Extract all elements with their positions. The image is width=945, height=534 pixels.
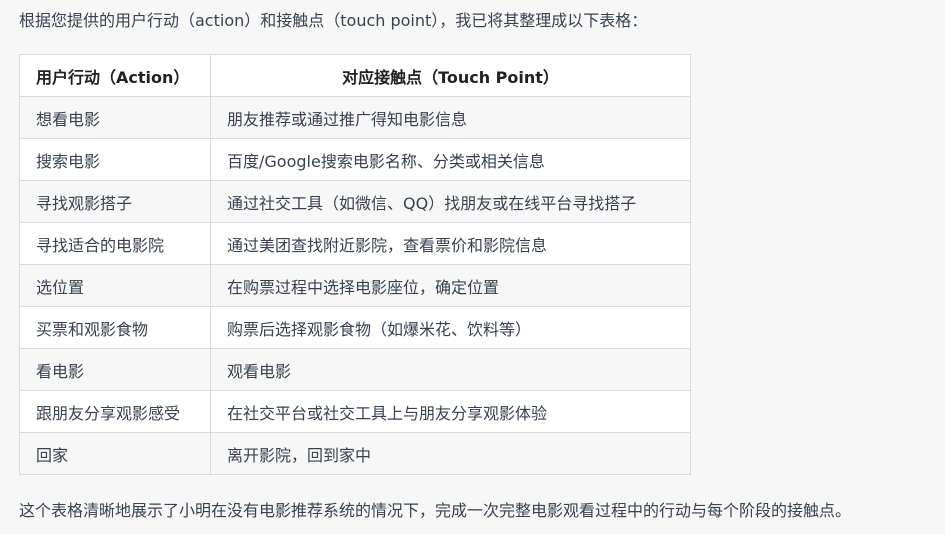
touch-point-cell: 购票后选择观影食物（如爆米花、饮料等）	[210, 306, 691, 349]
table-row: 寻找适合的电影院 通过美团查找附近影院，查看票价和影院信息	[19, 222, 691, 265]
action-touchpoint-table: 用户行动（Action） 对应接触点（Touch Point） 想看电影 朋友推…	[19, 54, 691, 475]
table-header-row: 用户行动（Action） 对应接触点（Touch Point）	[19, 54, 691, 97]
action-cell: 想看电影	[19, 96, 211, 139]
action-cell: 跟朋友分享观影感受	[19, 390, 211, 433]
table-row: 寻找观影搭子 通过社交工具（如微信、QQ）找朋友或在线平台寻找搭子	[19, 180, 691, 223]
action-cell: 选位置	[19, 264, 211, 307]
summary-paragraph: 这个表格清晰地展示了小明在没有电影推荐系统的情况下，完成一次完整电影观看过程中的…	[19, 501, 852, 520]
touch-point-cell: 在社交平台或社交工具上与朋友分享观影体验	[210, 390, 691, 433]
touch-point-cell: 离开影院，回到家中	[210, 432, 691, 475]
action-cell: 寻找适合的电影院	[19, 222, 211, 265]
action-cell: 寻找观影搭子	[19, 180, 211, 223]
table-row: 买票和观影食物 购票后选择观影食物（如爆米花、饮料等）	[19, 306, 691, 349]
action-cell: 搜索电影	[19, 138, 211, 181]
intro-paragraph: 根据您提供的用户行动（action）和接触点（touch point），我已将其…	[19, 11, 648, 30]
table-row: 跟朋友分享观影感受 在社交平台或社交工具上与朋友分享观影体验	[19, 390, 691, 433]
touch-point-cell: 通过社交工具（如微信、QQ）找朋友或在线平台寻找搭子	[210, 180, 691, 223]
touch-point-cell: 在购票过程中选择电影座位，确定位置	[210, 264, 691, 307]
header-touch-point: 对应接触点（Touch Point）	[210, 54, 691, 97]
table-row: 想看电影 朋友推荐或通过推广得知电影信息	[19, 96, 691, 139]
chat-message-content: 根据您提供的用户行动（action）和接触点（touch point），我已将其…	[0, 0, 945, 534]
table-row: 回家 离开影院，回到家中	[19, 432, 691, 475]
action-cell: 回家	[19, 432, 211, 475]
table-row: 看电影 观看电影	[19, 348, 691, 391]
table-row: 搜索电影 百度/Google搜索电影名称、分类或相关信息	[19, 138, 691, 181]
touch-point-cell: 观看电影	[210, 348, 691, 391]
action-cell: 买票和观影食物	[19, 306, 211, 349]
touch-point-cell: 朋友推荐或通过推广得知电影信息	[210, 96, 691, 139]
table-row: 选位置 在购票过程中选择电影座位，确定位置	[19, 264, 691, 307]
touch-point-cell: 百度/Google搜索电影名称、分类或相关信息	[210, 138, 691, 181]
header-action: 用户行动（Action）	[19, 54, 211, 97]
action-cell: 看电影	[19, 348, 211, 391]
touch-point-cell: 通过美团查找附近影院，查看票价和影院信息	[210, 222, 691, 265]
